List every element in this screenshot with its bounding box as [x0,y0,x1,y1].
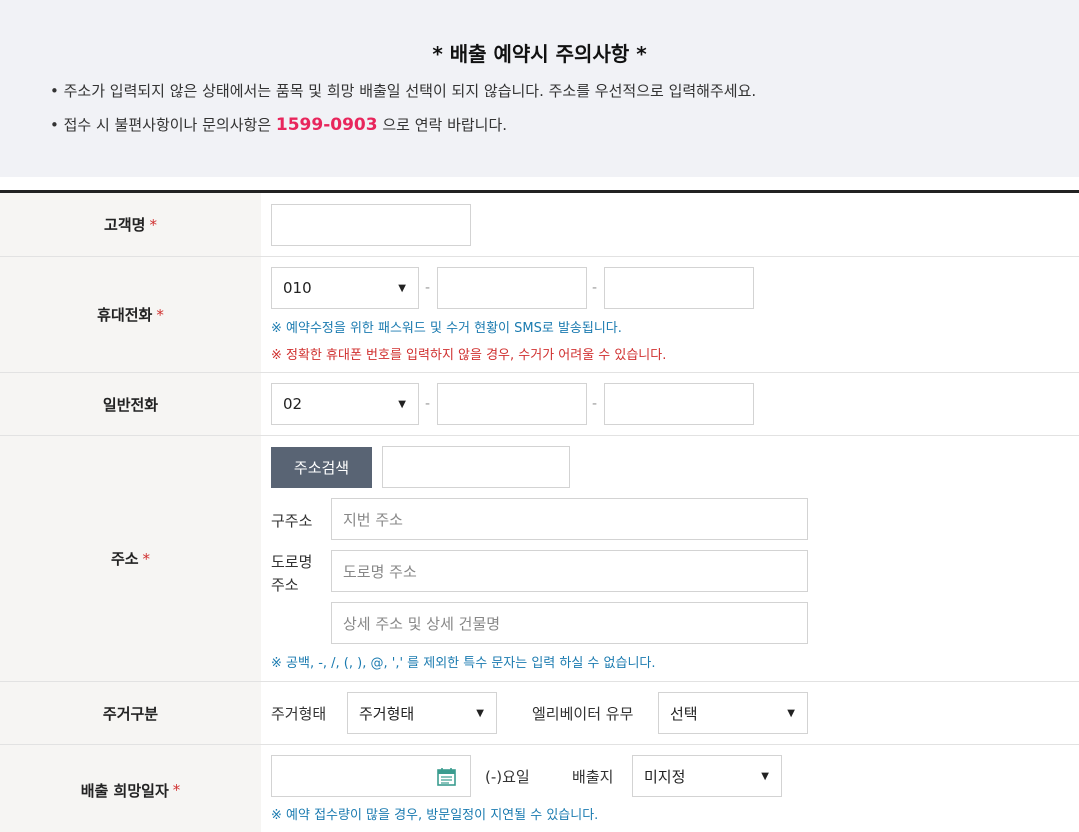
mobile-sms-note: ※ 예약수정을 위한 패스워드 및 수거 현황이 SMS로 발송됩니다. [271,321,622,336]
notice-contact-suffix: 으로 연락 바랍니다. [377,116,508,134]
required-mark: * [142,549,151,568]
landline-last-input[interactable] [604,383,754,425]
residence-type-label: 주거형태 [271,705,327,723]
old-address-input[interactable]: 지번 주소 [331,498,808,540]
disposal-delay-note: ※ 예약 접수량이 많을 경우, 방문일정이 지연될 수 있습니다. [271,808,599,823]
landline-middle-input[interactable] [437,383,587,425]
mobile-warning-note: ※ 정확한 휴대폰 번호를 입력하지 않을 경우, 수거가 어려울 수 있습니다… [271,348,667,363]
label-customer-name: 고객명 * [0,193,261,256]
notice-contact-prefix: • 접수 시 불편사항이나 문의사항은 [50,116,276,134]
label-landline-phone: 일반전화 [0,373,261,435]
chevron-down-icon: ▼ [398,283,406,294]
landline-prefix-select[interactable]: 02 ▼ [271,383,419,425]
residence-type-select[interactable]: 주거형태 ▼ [347,692,497,734]
address-char-note: ※ 공백, -, /, (, ), @, ',' 를 제외한 특수 문자는 입력… [271,656,656,671]
contact-phone-number: 1599-0903 [275,115,378,135]
elevator-label: 엘리베이터 유무 [532,705,634,723]
dash-separator: - [425,280,431,296]
dash-separator: - [425,396,431,412]
weekday-display: (-)요일 [485,768,530,786]
chevron-down-icon: ▼ [761,771,769,782]
customer-name-input[interactable] [271,204,471,246]
dash-separator: - [592,396,598,412]
road-address-label-line2: 주소 [271,576,299,594]
mobile-prefix-select[interactable]: 010 ▼ [271,267,419,309]
address-search-button[interactable]: 주소검색 [271,447,372,488]
label-residence: 주거구분 [0,682,261,744]
chevron-down-icon: ▼ [787,708,795,719]
road-address-label-line1: 도로명 [271,553,313,571]
mobile-last-input[interactable] [604,267,754,309]
required-mark: * [172,781,181,799]
notice-panel: * 배출 예약시 주의사항 * • 주소가 입력되지 않은 상태에서는 품목 및… [0,0,1079,177]
road-address-input[interactable]: 도로명 주소 [331,550,808,592]
disposal-place-select[interactable]: 미지정 ▼ [632,755,782,797]
old-address-label: 구주소 [271,512,313,530]
chevron-down-icon: ▼ [398,399,406,410]
detail-address-input[interactable]: 상세 주소 및 상세 건물명 [331,602,808,644]
label-disposal-date: 배출 희망일자 * [0,745,261,832]
label-address: 주소 * [0,436,261,681]
row-customer-name: 고객명 * [0,193,1079,257]
notice-title: * 배출 예약시 주의사항 * [432,42,647,66]
zipcode-input[interactable] [382,446,570,488]
calendar-icon[interactable] [437,767,456,786]
dash-separator: - [592,280,598,296]
chevron-down-icon: ▼ [476,708,484,719]
required-mark: * [149,215,157,234]
mobile-middle-input[interactable] [437,267,587,309]
disposal-date-input[interactable] [271,755,471,797]
required-mark: * [156,305,164,324]
elevator-select[interactable]: 선택 ▼ [658,692,808,734]
disposal-place-label: 배출지 [572,768,614,786]
notice-contact: • 접수 시 불편사항이나 문의사항은 1599-0903 으로 연락 바랍니다… [50,114,507,135]
notice-address-first: • 주소가 입력되지 않은 상태에서는 품목 및 희망 배출일 선택이 되지 않… [50,82,757,100]
label-mobile-phone: 휴대전화 * [0,257,261,372]
